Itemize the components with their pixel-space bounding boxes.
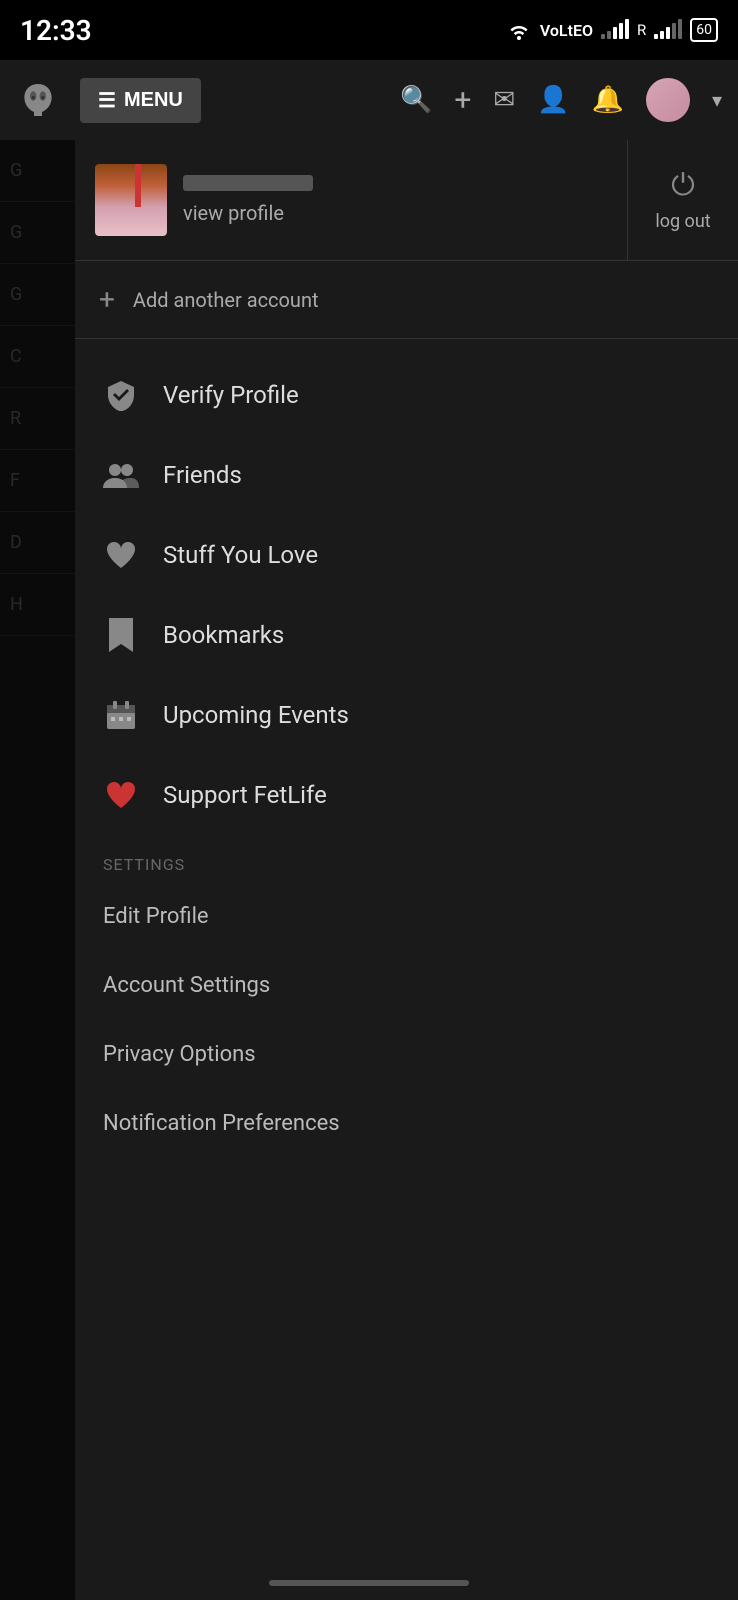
menu-item-upcoming-events[interactable]: Upcoming Events bbox=[75, 675, 738, 755]
logout-icon: ⏻ bbox=[671, 168, 695, 203]
profile-icon[interactable]: 👤 bbox=[537, 85, 569, 115]
status-time: 12:33 bbox=[20, 14, 92, 47]
settings-item-account-settings[interactable]: Account Settings bbox=[75, 951, 738, 1020]
add-account-label: Add another account bbox=[133, 288, 319, 312]
logo-icon bbox=[18, 80, 58, 120]
add-icon[interactable]: + bbox=[454, 83, 471, 118]
upcoming-events-icon bbox=[103, 697, 139, 733]
profile-text: view profile bbox=[183, 175, 313, 225]
nav-bar: ☰ MENU 🔍 + ✉ 👤 🔔 ▾ bbox=[0, 60, 738, 140]
bookmarks-icon bbox=[103, 617, 139, 653]
stuff-you-love-label: Stuff You Love bbox=[163, 541, 318, 569]
menu-item-support-fetlife[interactable]: Support FetLife bbox=[75, 755, 738, 835]
R-indicator: R bbox=[637, 21, 646, 39]
settings-item-edit-profile[interactable]: Edit Profile bbox=[75, 882, 738, 951]
profile-name-blurred bbox=[183, 175, 313, 191]
add-account-button[interactable]: + Add another account bbox=[75, 261, 738, 339]
dropdown-menu: view profile ⏻ log out + Add another acc… bbox=[75, 140, 738, 1600]
signal-bars-1 bbox=[601, 21, 629, 39]
signal-bars-2 bbox=[654, 21, 682, 39]
settings-item-privacy-options[interactable]: Privacy Options bbox=[75, 1020, 738, 1089]
support-fetlife-label: Support FetLife bbox=[163, 781, 327, 809]
settings-section: SETTINGS bbox=[75, 835, 738, 882]
status-bar: 12:33 VoLtEO R 60 bbox=[0, 0, 738, 60]
menu-item-friends[interactable]: Friends bbox=[75, 435, 738, 515]
network-text: VoLtEO bbox=[540, 21, 593, 40]
logout-button[interactable]: ⏻ log out bbox=[628, 140, 738, 260]
menu-item-bookmarks[interactable]: Bookmarks bbox=[75, 595, 738, 675]
verify-profile-label: Verify Profile bbox=[163, 381, 299, 409]
battery-icon: 60 bbox=[690, 18, 718, 42]
menu-items-list: Verify Profile Friends Stuff You Love bbox=[75, 339, 738, 1600]
menu-button[interactable]: ☰ MENU bbox=[80, 78, 201, 123]
friends-icon bbox=[103, 457, 139, 493]
notifications-icon[interactable]: 🔔 bbox=[592, 85, 624, 115]
add-account-icon: + bbox=[99, 283, 115, 316]
profile-section: view profile ⏻ log out bbox=[75, 140, 738, 261]
menu-icon: ☰ bbox=[98, 88, 116, 113]
stuff-you-love-icon bbox=[103, 537, 139, 573]
mail-icon[interactable]: ✉ bbox=[493, 85, 515, 115]
user-avatar[interactable] bbox=[646, 78, 690, 122]
avatar-chevron-icon: ▾ bbox=[712, 88, 722, 112]
search-icon[interactable]: 🔍 bbox=[400, 85, 432, 115]
home-indicator bbox=[269, 1580, 469, 1586]
friends-label: Friends bbox=[163, 461, 242, 489]
nav-icons: 🔍 + ✉ 👤 🔔 ▾ bbox=[400, 78, 722, 122]
bookmarks-label: Bookmarks bbox=[163, 621, 284, 649]
status-icons: VoLtEO R 60 bbox=[506, 18, 718, 42]
settings-label: SETTINGS bbox=[103, 855, 185, 874]
profile-avatar bbox=[95, 164, 167, 236]
fetlife-logo bbox=[16, 78, 60, 122]
menu-item-verify-profile[interactable]: Verify Profile bbox=[75, 355, 738, 435]
view-profile-button[interactable]: view profile bbox=[75, 140, 628, 260]
wifi-icon bbox=[506, 20, 532, 40]
settings-item-notification-preferences[interactable]: Notification Preferences bbox=[75, 1089, 738, 1158]
menu-item-stuff-you-love[interactable]: Stuff You Love bbox=[75, 515, 738, 595]
verify-profile-icon bbox=[103, 377, 139, 413]
upcoming-events-label: Upcoming Events bbox=[163, 701, 349, 729]
support-fetlife-icon bbox=[103, 777, 139, 813]
view-profile-label: view profile bbox=[183, 201, 313, 225]
